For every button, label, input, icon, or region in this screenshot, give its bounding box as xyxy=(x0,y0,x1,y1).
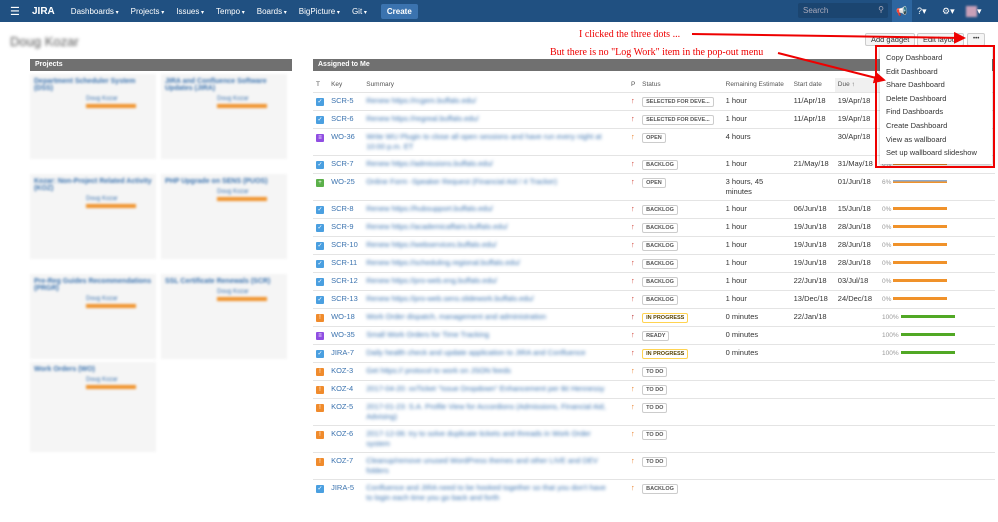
arrow-to-dots xyxy=(691,31,966,44)
arrow-to-menu xyxy=(777,52,886,84)
annotation-arrows xyxy=(691,31,966,84)
